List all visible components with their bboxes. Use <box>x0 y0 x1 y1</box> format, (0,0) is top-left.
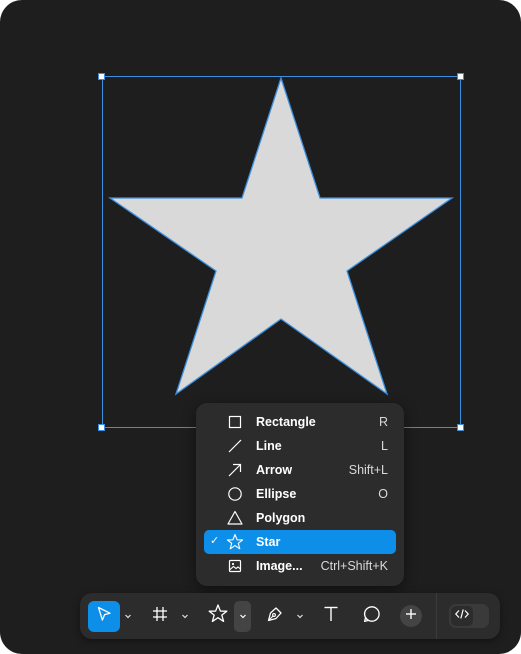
menu-item-label: Star <box>256 535 281 549</box>
menu-item-line[interactable]: Line L <box>204 434 396 458</box>
menu-item-star[interactable]: ✓ Star <box>204 530 396 554</box>
dev-mode-toggle[interactable] <box>449 604 489 628</box>
plus-icon <box>404 607 418 626</box>
menu-item-shortcut: Shift+L <box>348 463 388 477</box>
menu-item-label: Line <box>256 439 282 453</box>
menu-item-polygon[interactable]: Polygon <box>204 506 396 530</box>
menu-item-shortcut: O <box>378 487 388 501</box>
move-tool-button[interactable] <box>88 601 120 632</box>
shape-tool-button[interactable] <box>202 601 234 632</box>
code-icon <box>454 607 470 626</box>
menu-item-shortcut: R <box>378 415 388 429</box>
menu-item-label: Image... <box>256 559 303 573</box>
move-tool-dropdown[interactable] <box>122 601 134 632</box>
chevron-down-icon <box>238 608 248 626</box>
ellipse-icon <box>226 485 244 503</box>
menu-item-label: Arrow <box>256 463 293 477</box>
design-canvas[interactable]: Rectangle R Line L Arrow Shift+L Ellipse… <box>0 0 521 654</box>
frame-tool-button[interactable] <box>144 601 176 632</box>
star-icon <box>207 603 229 630</box>
pen-icon <box>265 604 285 629</box>
bottom-toolbar <box>80 593 500 639</box>
resize-handle-top-right[interactable] <box>457 73 464 80</box>
pen-tool-dropdown[interactable] <box>294 601 306 632</box>
resize-handle-top-left[interactable] <box>98 73 105 80</box>
menu-item-image[interactable]: Image... Ctrl+Shift+K <box>204 554 396 578</box>
menu-item-label: Rectangle <box>256 415 316 429</box>
menu-item-rectangle[interactable]: Rectangle R <box>204 410 396 434</box>
chevron-down-icon <box>295 608 305 626</box>
menu-item-label: Polygon <box>256 511 306 525</box>
shape-menu: Rectangle R Line L Arrow Shift+L Ellipse… <box>196 403 404 586</box>
comment-icon <box>362 604 382 629</box>
resize-handle-bottom-left[interactable] <box>98 424 105 431</box>
pen-tool-button[interactable] <box>259 601 291 632</box>
toolbar-divider <box>436 593 437 639</box>
line-icon <box>226 437 244 455</box>
cursor-icon <box>94 604 114 629</box>
chevron-down-icon <box>123 608 133 626</box>
text-icon <box>321 604 341 629</box>
image-icon <box>226 557 244 575</box>
rectangle-icon <box>226 413 244 431</box>
menu-item-arrow[interactable]: Arrow Shift+L <box>204 458 396 482</box>
shape-tool-dropdown[interactable] <box>234 601 251 632</box>
comment-tool-button[interactable] <box>356 601 388 632</box>
frame-tool-dropdown[interactable] <box>179 601 191 632</box>
actions-button[interactable] <box>400 605 422 627</box>
polygon-icon <box>226 509 244 527</box>
frame-icon <box>150 604 170 629</box>
menu-item-label: Ellipse <box>256 487 297 501</box>
dev-mode-knob <box>451 606 473 626</box>
selection-box <box>102 76 461 428</box>
menu-item-shortcut: Ctrl+Shift+K <box>320 559 388 573</box>
check-icon: ✓ <box>210 535 220 547</box>
chevron-down-icon <box>180 608 190 626</box>
text-tool-button[interactable] <box>315 601 347 632</box>
resize-handle-bottom-right[interactable] <box>457 424 464 431</box>
star-icon <box>226 533 244 551</box>
menu-item-shortcut: L <box>381 439 388 453</box>
menu-item-ellipse[interactable]: Ellipse O <box>204 482 396 506</box>
arrow-icon <box>226 461 244 479</box>
